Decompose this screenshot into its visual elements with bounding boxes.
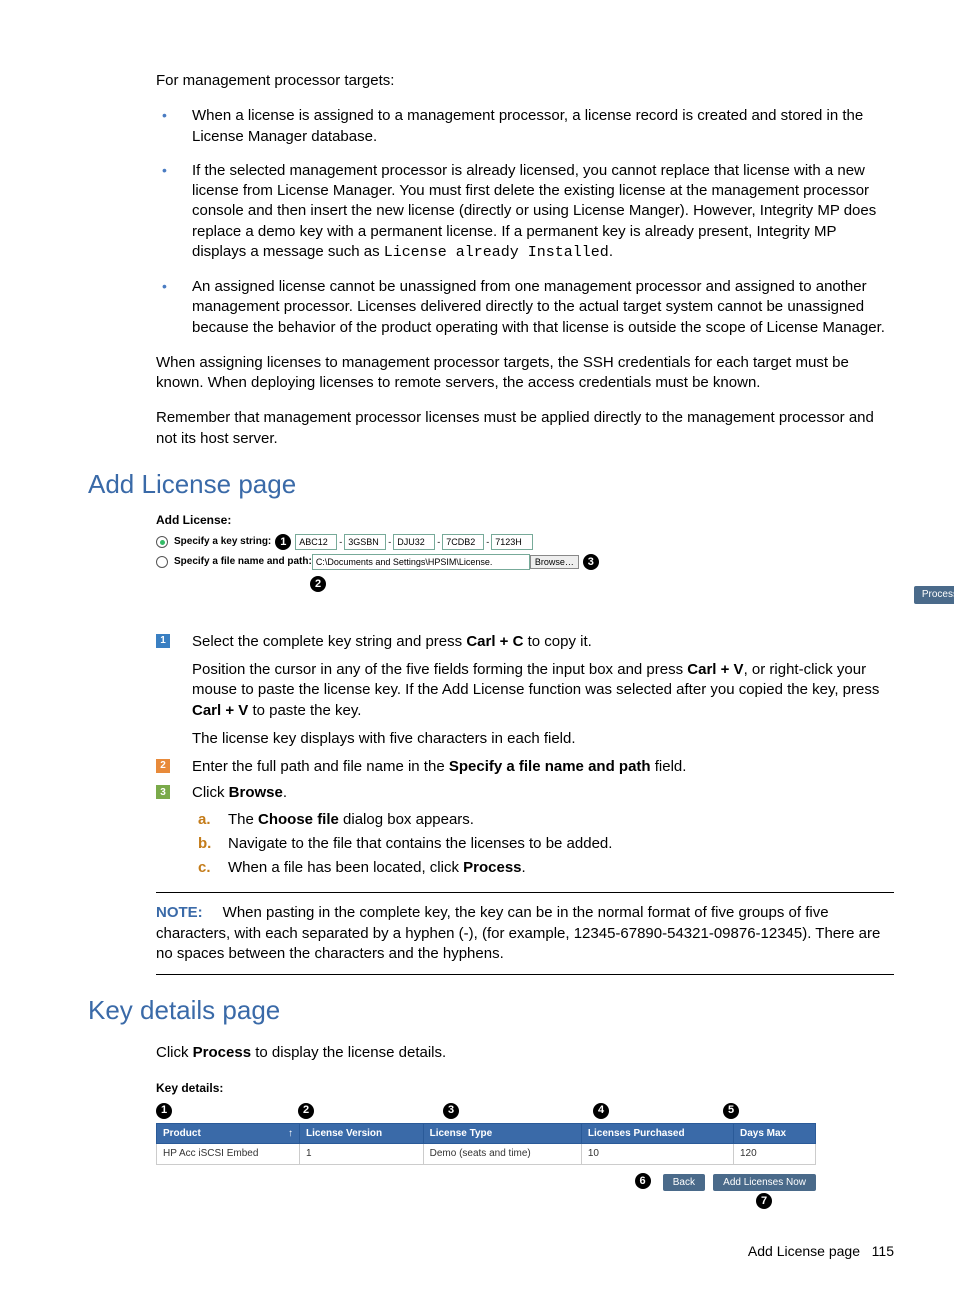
mp-bullet-list: When a license is assigned to a manageme… — [156, 106, 894, 338]
row-file-path: Specify a file name and path: C:\Documen… — [156, 554, 836, 570]
bullet-2: If the selected management processor is … — [156, 161, 894, 263]
td-days: 120 — [733, 1144, 815, 1165]
fig-title: Add License: — [156, 512, 836, 528]
sub-a: a.The Choose file dialog box appears. — [192, 810, 894, 830]
td-product: HP Acc iSCSI Embed — [157, 1144, 300, 1165]
td-purchased: 10 — [581, 1144, 733, 1165]
callout-1-icon: 1 — [275, 534, 291, 550]
footer-label: Add License page — [748, 1243, 860, 1259]
key-field-2[interactable]: 3GSBN — [344, 534, 386, 550]
heading-key-details: Key details page — [88, 993, 894, 1028]
th-type[interactable]: License Type — [423, 1123, 581, 1144]
key-details-figure: Key details: 1 2 3 4 5 Product ↑ License… — [156, 1078, 816, 1211]
th-version[interactable]: License Version — [300, 1123, 424, 1144]
radio-key-string[interactable] — [156, 536, 168, 548]
callout-c7-icon: 7 — [756, 1193, 772, 1209]
callout-c5-icon: 5 — [723, 1103, 739, 1119]
kd-intro: Click Process to display the license det… — [156, 1043, 894, 1063]
note-label: NOTE: — [156, 904, 203, 921]
path-input[interactable]: C:\Documents and Settings\HPSIM\License. — [312, 554, 530, 570]
table-row: HP Acc iSCSI Embed 1 Demo (seats and tim… — [157, 1144, 816, 1165]
key-field-1[interactable]: ABC12 — [295, 534, 337, 550]
td-type: Demo (seats and time) — [423, 1144, 581, 1165]
sub-steps: a.The Choose file dialog box appears. b.… — [192, 810, 894, 879]
step-2: 2 Enter the full path and file name in t… — [156, 757, 894, 777]
th-product[interactable]: Product ↑ — [157, 1123, 300, 1144]
sub-c: c.When a file has been located, click Pr… — [192, 858, 894, 878]
step-1: 1 Select the complete key string and pre… — [156, 632, 894, 749]
bullet-3: An assigned license cannot be unassigned… — [156, 277, 894, 338]
callout-c4-icon: 4 — [593, 1103, 609, 1119]
heading-add-license: Add License page — [88, 467, 894, 502]
key-field-3[interactable]: DJU32 — [393, 534, 435, 550]
process-button[interactable]: Process… — [914, 586, 954, 604]
key-field-5[interactable]: 7123H — [491, 534, 533, 550]
add-license-figure: Add License: Specify a key string: 1 ABC… — [156, 512, 836, 622]
callout-c1-icon: 1 — [156, 1103, 172, 1119]
td-version: 1 — [300, 1144, 424, 1165]
note-text: When pasting in the complete key, the ke… — [156, 904, 880, 962]
bullet-1: When a license is assigned to a manageme… — [156, 106, 894, 147]
th-purchased[interactable]: Licenses Purchased — [581, 1123, 733, 1144]
step-number-3-icon: 3 — [156, 785, 170, 799]
numbered-steps: 1 Select the complete key string and pre… — [156, 632, 894, 879]
radio-file-path[interactable] — [156, 556, 168, 568]
label-file-path: Specify a file name and path: — [174, 555, 312, 569]
browse-button[interactable]: Browse… — [530, 555, 579, 569]
sub-b: b.Navigate to the file that contains the… — [192, 834, 894, 854]
callout-3-icon: 3 — [583, 554, 599, 570]
back-button[interactable]: Back — [663, 1174, 705, 1192]
callout-2-icon: 2 — [310, 576, 326, 592]
add-licenses-button[interactable]: Add Licenses Now — [713, 1174, 816, 1192]
table-header-row: Product ↑ License Version License Type L… — [157, 1123, 816, 1144]
key-field-4[interactable]: 7CDB2 — [442, 534, 484, 550]
kd-title: Key details: — [156, 1080, 223, 1096]
footer-page-num: 115 — [872, 1243, 894, 1259]
callout-c2-icon: 2 — [298, 1103, 314, 1119]
label-key-string: Specify a key string: — [174, 535, 271, 549]
row-key-string: Specify a key string: 1 ABC12- 3GSBN- DJ… — [156, 534, 836, 550]
key-details-table: Product ↑ License Version License Type L… — [156, 1123, 816, 1165]
step-number-2-icon: 2 — [156, 759, 170, 773]
note-block: NOTE:When pasting in the complete key, t… — [156, 892, 894, 975]
para-ssh: When assigning licenses to management pr… — [156, 353, 894, 394]
th-days[interactable]: Days Max — [733, 1123, 815, 1144]
para-remember: Remember that management processor licen… — [156, 408, 894, 449]
step-number-1-icon: 1 — [156, 634, 170, 648]
callout-c3-icon: 3 — [443, 1103, 459, 1119]
intro-text: For management processor targets: — [156, 71, 894, 91]
page-footer: Add License page 115 — [88, 1242, 894, 1261]
step-3: 3 Click Browse. a.The Choose file dialog… — [156, 783, 894, 878]
callout-c6-icon: 6 — [635, 1173, 651, 1189]
